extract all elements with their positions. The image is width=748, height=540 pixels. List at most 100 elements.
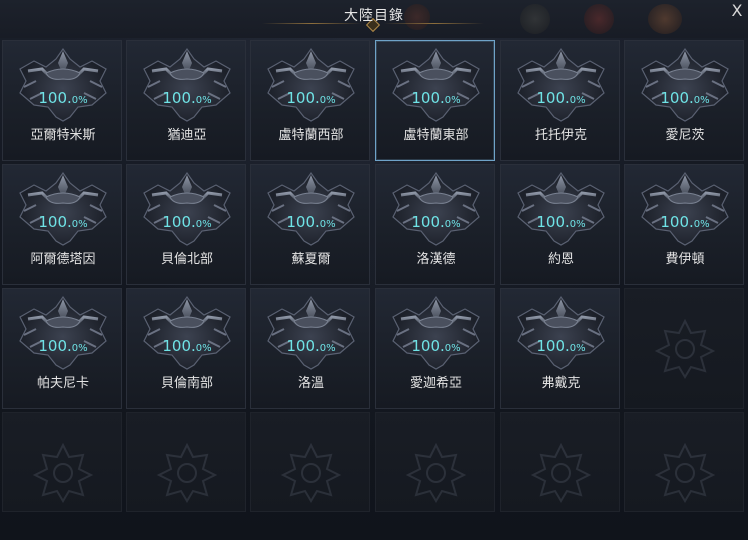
continent-name: 愛尼茨 — [665, 128, 705, 143]
percent-unit: 0% — [693, 219, 710, 230]
completion-percent: 100.0% — [376, 89, 496, 107]
continent-card[interactable]: 100.0% 帕夫尼卡 — [2, 288, 122, 409]
window-header: 大陸目錄 X — [0, 0, 748, 38]
continent-card[interactable]: 100.0% 貝倫北部 — [126, 164, 246, 285]
continent-crest-icon — [140, 295, 234, 371]
continent-crest-icon — [638, 47, 732, 123]
continent-name: 洛溫 — [297, 376, 324, 391]
continent-name: 洛漢德 — [416, 252, 456, 267]
percent-value: 100. — [162, 337, 196, 355]
percent-value: 100. — [38, 89, 72, 107]
continent-name: 帕夫尼卡 — [36, 376, 89, 391]
percent-unit: 0% — [569, 343, 586, 354]
continent-card[interactable]: 100.0% 弗戴克 — [500, 288, 620, 409]
percent-value: 100. — [411, 337, 445, 355]
completion-percent: 100.0% — [127, 89, 247, 107]
empty-continent-slot — [250, 412, 370, 512]
continent-crest-icon — [140, 47, 234, 123]
empty-continent-slot — [624, 288, 744, 409]
locked-crest-icon — [404, 442, 468, 503]
continent-crest-icon — [638, 171, 732, 247]
completion-percent: 100.0% — [3, 89, 123, 107]
continent-card[interactable]: 100.0% 猶迪亞 — [126, 40, 246, 161]
percent-unit: 0% — [693, 95, 710, 106]
continent-name: 托托伊克 — [534, 128, 587, 143]
continent-crest-icon — [16, 295, 110, 371]
continent-card[interactable]: 100.0% 蘇夏爾 — [250, 164, 370, 285]
continent-card[interactable]: 100.0% 愛迦希亞 — [375, 288, 495, 409]
continent-card[interactable]: 100.0% 費伊頓 — [624, 164, 744, 285]
continent-name: 愛迦希亞 — [409, 376, 462, 391]
continent-card[interactable]: 100.0% 愛尼茨 — [624, 40, 744, 161]
continent-name: 約恩 — [547, 252, 574, 267]
continent-crest-icon — [264, 47, 358, 123]
percent-unit: 0% — [444, 95, 461, 106]
continent-grid: 100.0% 亞爾特米斯 100.0% 猶迪亞 100.0% 盧特蘭西部 100… — [0, 38, 748, 540]
continent-crest-icon — [264, 171, 358, 247]
locked-crest-icon — [279, 442, 343, 503]
continent-card[interactable]: 100.0% 約恩 — [500, 164, 620, 285]
continent-catalog-window: 大陸目錄 X 100.0% 亞爾特米斯 100.0% 猶迪亞 100.0% 盧特… — [0, 0, 748, 540]
percent-value: 100. — [536, 213, 570, 231]
percent-value: 100. — [536, 89, 570, 107]
percent-unit: 0% — [319, 343, 336, 354]
completion-percent: 100.0% — [251, 213, 371, 231]
percent-value: 100. — [38, 213, 72, 231]
completion-percent: 100.0% — [625, 213, 745, 231]
percent-unit: 0% — [71, 219, 88, 230]
continent-card[interactable]: 100.0% 貝倫南部 — [126, 288, 246, 409]
percent-value: 100. — [162, 213, 196, 231]
completion-percent: 100.0% — [3, 337, 123, 355]
continent-crest-icon — [514, 171, 608, 247]
completion-percent: 100.0% — [501, 213, 621, 231]
percent-value: 100. — [411, 213, 445, 231]
completion-percent: 100.0% — [376, 337, 496, 355]
continent-crest-icon — [389, 47, 483, 123]
continent-card[interactable]: 100.0% 盧特蘭西部 — [250, 40, 370, 161]
percent-value: 100. — [38, 337, 72, 355]
locked-crest-icon — [653, 442, 717, 503]
continent-name: 盧特蘭西部 — [278, 128, 344, 143]
continent-crest-icon — [16, 47, 110, 123]
continent-crest-icon — [16, 171, 110, 247]
percent-unit: 0% — [569, 219, 586, 230]
percent-unit: 0% — [71, 95, 88, 106]
completion-percent: 100.0% — [3, 213, 123, 231]
continent-name: 阿爾德塔因 — [30, 252, 96, 267]
continent-crest-icon — [264, 295, 358, 371]
continent-card[interactable]: 100.0% 盧特蘭東部 — [375, 40, 495, 161]
percent-value: 100. — [162, 89, 196, 107]
continent-crest-icon — [389, 295, 483, 371]
close-button[interactable]: X — [728, 2, 746, 20]
locked-crest-icon — [653, 318, 717, 379]
percent-value: 100. — [286, 213, 320, 231]
continent-name: 蘇夏爾 — [291, 252, 331, 267]
completion-percent: 100.0% — [251, 89, 371, 107]
completion-percent: 100.0% — [501, 337, 621, 355]
percent-value: 100. — [536, 337, 570, 355]
continent-crest-icon — [514, 295, 608, 371]
percent-value: 100. — [286, 337, 320, 355]
continent-card[interactable]: 100.0% 阿爾德塔因 — [2, 164, 122, 285]
percent-unit: 0% — [444, 343, 461, 354]
continent-name: 弗戴克 — [541, 376, 581, 391]
continent-name: 猶迪亞 — [167, 128, 207, 143]
continent-card[interactable]: 100.0% 托托伊克 — [500, 40, 620, 161]
continent-card[interactable]: 100.0% 亞爾特米斯 — [2, 40, 122, 161]
completion-percent: 100.0% — [501, 89, 621, 107]
continent-card[interactable]: 100.0% 洛漢德 — [375, 164, 495, 285]
continent-crest-icon — [389, 171, 483, 247]
completion-percent: 100.0% — [127, 213, 247, 231]
percent-value: 100. — [411, 89, 445, 107]
empty-continent-slot — [375, 412, 495, 512]
window-title: 大陸目錄 — [344, 8, 404, 24]
percent-unit: 0% — [319, 219, 336, 230]
empty-continent-slot — [2, 412, 122, 512]
empty-continent-slot — [500, 412, 620, 512]
percent-unit: 0% — [444, 219, 461, 230]
continent-card[interactable]: 100.0% 洛溫 — [250, 288, 370, 409]
percent-value: 100. — [660, 89, 694, 107]
percent-unit: 0% — [71, 343, 88, 354]
percent-unit: 0% — [319, 95, 336, 106]
continent-name: 亞爾特米斯 — [30, 128, 96, 143]
